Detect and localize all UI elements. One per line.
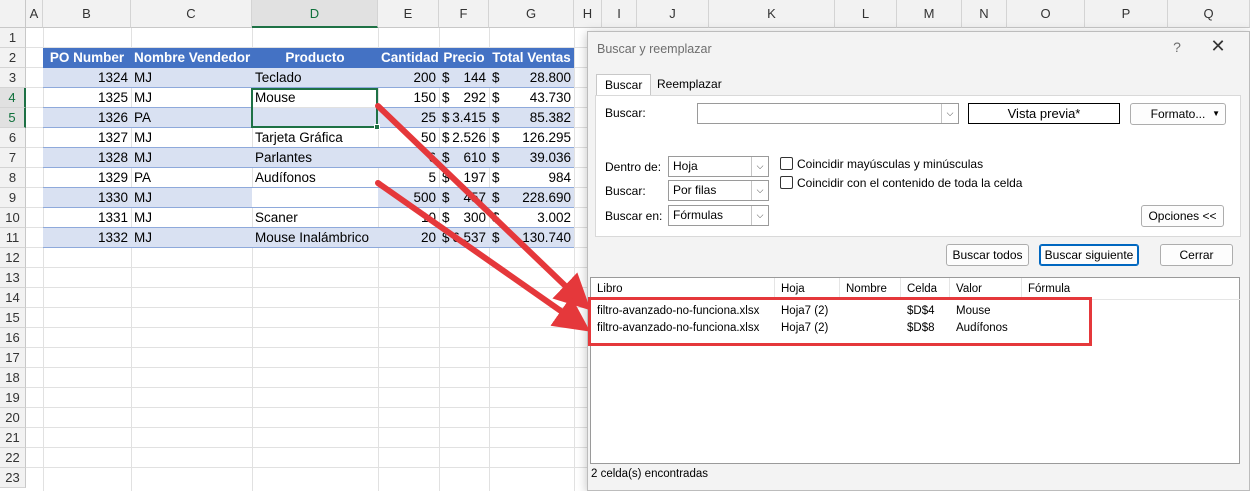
annotation-arrows <box>375 103 591 332</box>
